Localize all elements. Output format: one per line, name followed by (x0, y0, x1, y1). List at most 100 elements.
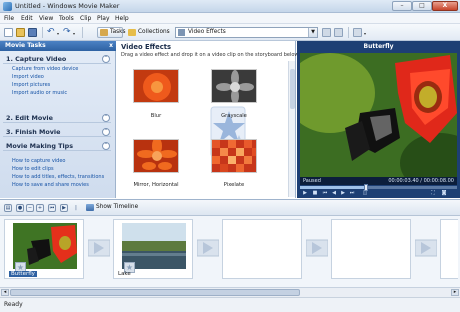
storyboard-empty-cell[interactable] (440, 219, 458, 279)
transition-slot[interactable] (87, 238, 111, 258)
transition-slot[interactable] (305, 238, 329, 258)
redo-icon[interactable]: ↷ (63, 28, 72, 37)
new-collection-folder-icon[interactable] (334, 28, 343, 37)
chevron-down-icon[interactable]: ˅ (102, 114, 110, 122)
link-import-pictures[interactable]: Import pictures (12, 82, 50, 88)
link-how-to-save-and-share[interactable]: How to save and share movies (12, 182, 89, 188)
narrate-timeline-icon[interactable]: ● (16, 204, 24, 212)
seek-progress (300, 186, 366, 189)
stop-icon[interactable]: ■ (312, 190, 318, 196)
up-one-level-icon[interactable] (322, 28, 331, 37)
section-capture-video[interactable]: 1. Capture Video ˄ (3, 54, 111, 64)
take-picture-icon[interactable]: ◙ (441, 190, 447, 196)
next-frame-icon[interactable]: ▶ (340, 190, 346, 196)
open-project-icon[interactable] (16, 28, 25, 37)
storyboard: ★ Butterfly ★ Lake (0, 216, 460, 287)
storyboard-clip-butterfly[interactable]: ★ Butterfly (4, 219, 84, 279)
playback-status: Paused (303, 178, 321, 184)
menu-edit[interactable]: Edit (21, 15, 33, 22)
menu-file[interactable]: File (4, 15, 14, 22)
collections-button[interactable]: Collections (125, 27, 170, 38)
undo-icon[interactable]: ↶ (47, 28, 56, 37)
monitor-clip-title: Butterfly (363, 43, 394, 50)
movie-maker-app-icon (3, 2, 12, 11)
show-timeline-button[interactable]: Show Timeline (86, 204, 138, 211)
menu-help[interactable]: Help (115, 15, 129, 22)
transition-slot[interactable] (196, 238, 220, 258)
effects-description: Drag a video effect and drop it on a vid… (121, 52, 300, 58)
set-audio-levels-icon[interactable]: ▤ (4, 204, 12, 212)
menu-tools[interactable]: Tools (59, 15, 74, 22)
scroll-left-icon[interactable]: ◂ (1, 289, 9, 296)
section-edit-movie[interactable]: 2. Edit Movie ˅ (3, 113, 111, 123)
play-icon[interactable]: ▶ (302, 190, 308, 196)
link-how-to-capture-video[interactable]: How to capture video (12, 158, 66, 164)
chevron-up-icon[interactable]: ˄ (102, 55, 110, 63)
seek-bar[interactable] (300, 184, 457, 191)
link-capture-from-video-device[interactable]: Capture from video device (12, 66, 78, 72)
zoom-out-icon[interactable]: − (26, 204, 34, 212)
previous-frame-icon[interactable]: ◀ (331, 190, 337, 196)
collections-combo[interactable]: Video Effects ▼ (175, 27, 318, 38)
close-button[interactable]: X (432, 1, 458, 11)
chevron-down-icon[interactable]: ˅ (102, 128, 110, 136)
toolbar-separator (82, 27, 83, 38)
maximize-button[interactable]: □ (412, 1, 432, 11)
title-bar: Untitled - Windows Movie Maker – □ X (0, 0, 460, 13)
effects-scrollbar[interactable] (288, 61, 295, 197)
flower-mirror-thumb[interactable] (133, 139, 179, 173)
flower-blur-thumb[interactable] (133, 69, 179, 103)
section-title: 3. Finish Movie (6, 128, 61, 136)
storyboard-scrollbar[interactable]: ◂ ▸ (0, 287, 460, 297)
minimize-button[interactable]: – (392, 1, 412, 11)
scrollbar-thumb[interactable] (290, 69, 295, 109)
close-icon[interactable]: x (109, 41, 113, 51)
fullscreen-icon[interactable]: ⛶ (430, 190, 436, 196)
tasks-label: Tasks (110, 29, 126, 35)
split-clip-icon[interactable]: ◫ (362, 190, 368, 196)
new-project-icon[interactable] (4, 28, 13, 37)
toolbar-separator (42, 27, 43, 38)
scroll-right-icon[interactable]: ▸ (451, 289, 459, 296)
playback-time: 00:00:03.40 / 00:00:08.00 (388, 178, 454, 184)
movie-tasks-pane: Movie Tasks x 1. Capture Video ˄ Capture… (0, 41, 116, 198)
zoom-in-icon[interactable]: + (36, 204, 44, 212)
flower-pixelate-thumb[interactable] (211, 139, 257, 173)
link-how-to-add-titles[interactable]: How to add titles, effects, transitions (12, 174, 104, 180)
link-import-audio-or-music[interactable]: Import audio or music (12, 90, 67, 96)
storyboard-clip-lake[interactable]: ★ Lake (113, 219, 193, 279)
save-project-icon[interactable] (28, 28, 37, 37)
menu-clip[interactable]: Clip (80, 15, 91, 22)
section-finish-movie[interactable]: 3. Finish Movie ˅ (3, 127, 111, 137)
flower-grayscale-thumb[interactable] (211, 69, 257, 103)
rewind-storyboard-icon[interactable]: ⏮ (48, 204, 56, 212)
section-movie-making-tips[interactable]: Movie Making Tips ˄ (3, 141, 111, 151)
fast-forward-icon[interactable]: ⏭ (349, 190, 355, 196)
storyboard-empty-cell[interactable] (331, 219, 411, 279)
collections-label: Collections (138, 29, 170, 35)
views-icon[interactable] (353, 28, 362, 37)
monitor-status-bar: Paused 00:00:03.40 / 00:00:08.00 (300, 177, 457, 185)
undo-dropdown-icon[interactable]: ▾ (57, 31, 59, 36)
timeline-icon (86, 204, 94, 211)
clip-label: Butterfly (9, 271, 37, 277)
menu-view[interactable]: View (39, 15, 53, 22)
tasks-icon (100, 29, 108, 36)
playback-controls: ▶ ■ ⏮ ◀ ▶ ⏭ ◫ ⛶ ◙ (300, 190, 457, 198)
transition-slot[interactable] (414, 238, 438, 258)
menu-play[interactable]: Play (97, 15, 110, 22)
chevron-up-icon[interactable]: ˄ (102, 142, 110, 150)
play-storyboard-icon[interactable]: ▶ (60, 204, 68, 212)
redo-dropdown-icon[interactable]: ▾ (73, 31, 75, 36)
tasks-button[interactable]: Tasks (97, 27, 126, 38)
storyboard-empty-cell[interactable] (222, 219, 302, 279)
link-how-to-edit-clips[interactable]: How to edit clips (12, 166, 54, 172)
collection-icon (178, 29, 185, 36)
status-text: Ready (4, 301, 23, 308)
link-import-video[interactable]: Import video (12, 74, 44, 80)
rewind-icon[interactable]: ⏮ (322, 190, 328, 196)
effects-title: Video Effects (121, 43, 172, 51)
views-dropdown-icon[interactable]: ▾ (364, 31, 366, 36)
chevron-down-icon[interactable]: ▼ (308, 28, 317, 37)
scrollbar-thumb[interactable] (10, 289, 300, 296)
